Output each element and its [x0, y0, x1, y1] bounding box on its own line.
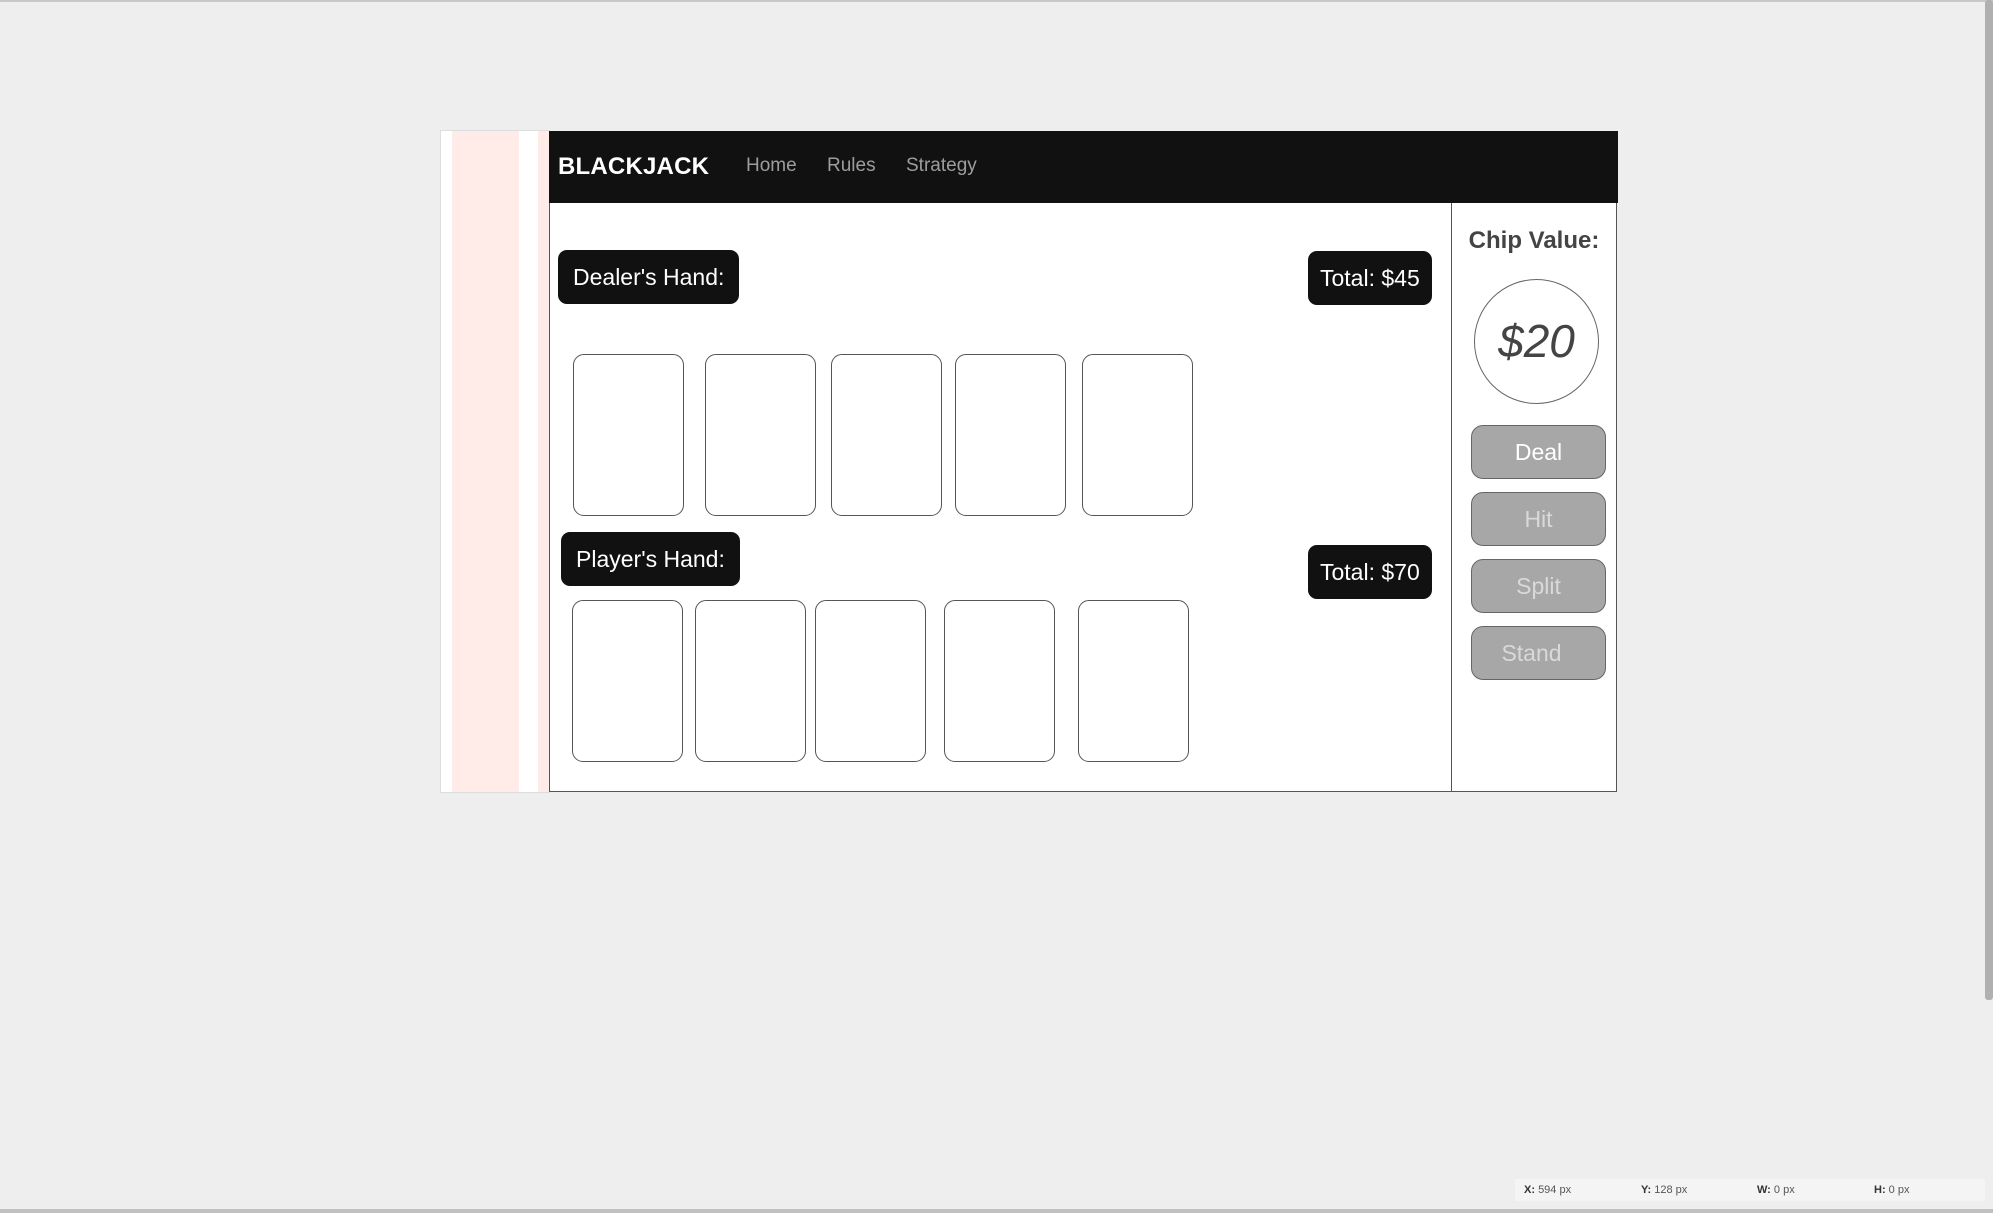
dealer-card: [955, 354, 1066, 516]
dealer-card: [831, 354, 942, 516]
status-y-label: Y:: [1641, 1184, 1652, 1196]
nav-link-rules[interactable]: Rules: [827, 155, 876, 177]
dealer-total: Total: $45: [1308, 251, 1432, 305]
top-border: [0, 0, 1993, 2]
dealer-card: [705, 354, 816, 516]
status-w-value: 0 px: [1773, 1184, 1795, 1196]
side-strip-band: [452, 131, 519, 792]
split-button[interactable]: Split: [1471, 559, 1606, 613]
status-h: H: 0 px: [1874, 1184, 1909, 1196]
status-w: W: 0 px: [1757, 1184, 1795, 1196]
status-y: Y: 128 px: [1641, 1184, 1687, 1196]
status-x-value: 594 px: [1538, 1184, 1572, 1196]
chip-value[interactable]: $20: [1474, 279, 1599, 404]
status-y-value: 128 px: [1654, 1184, 1688, 1196]
player-card: [944, 600, 1055, 762]
status-x: X: 594 px: [1524, 1184, 1571, 1196]
brand-logo[interactable]: BLACKJACK: [558, 153, 709, 181]
status-h-label: H:: [1874, 1184, 1886, 1196]
nav-link-home[interactable]: Home: [746, 155, 797, 177]
status-w-label: W:: [1757, 1184, 1771, 1196]
player-total: Total: $70: [1308, 545, 1432, 599]
dealer-card: [1082, 354, 1193, 516]
stand-button[interactable]: Stand: [1471, 626, 1606, 680]
nav-link-strategy[interactable]: Strategy: [906, 155, 977, 177]
player-card: [815, 600, 926, 762]
page: BLACKJACK Home Rules Strategy Dealer's H…: [0, 0, 1993, 1213]
scrollbar[interactable]: [1985, 0, 1993, 1000]
navbar: BLACKJACK Home Rules Strategy: [549, 131, 1618, 203]
player-card: [695, 600, 806, 762]
bottom-border: [0, 1209, 1993, 1213]
status-bar: X: 594 px Y: 128 px W: 0 px H: 0 px: [1515, 1179, 1985, 1201]
control-sidebar: Chip Value: $20 Deal Hit Split Stand: [1451, 203, 1617, 792]
status-x-label: X:: [1524, 1184, 1535, 1196]
status-h-value: 0 px: [1888, 1184, 1910, 1196]
dealer-hand-label: Dealer's Hand:: [558, 250, 740, 304]
player-card: [572, 600, 683, 762]
deal-button[interactable]: Deal: [1471, 425, 1606, 479]
player-card: [1078, 600, 1189, 762]
dealer-card: [573, 354, 684, 516]
chip-value-label: Chip Value:: [1468, 227, 1600, 254]
side-strip: [440, 130, 550, 793]
player-hand-label: Player's Hand:: [561, 532, 740, 586]
game-table: Dealer's Hand: Total: $45 Player's Hand:…: [549, 203, 1452, 792]
hit-button[interactable]: Hit: [1471, 492, 1606, 546]
